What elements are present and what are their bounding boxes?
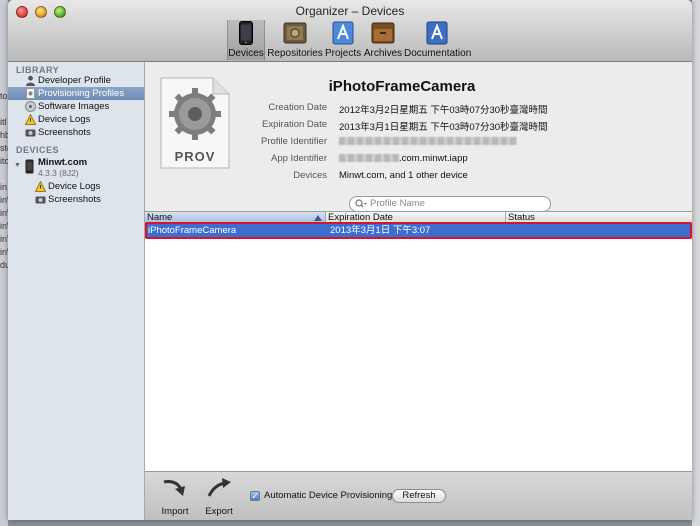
sidebar-item-label: Software Images [38,101,110,112]
creation-date-label: Creation Date [268,102,327,113]
column-header-label: Expiration Date [328,212,393,223]
profile-icon [26,88,35,99]
column-header-label: Name [147,212,173,223]
bottom-bar: Import Export ✓ Automatic Device Provisi… [145,471,692,520]
import-label: Import [161,506,189,517]
devices-label: Devices [293,170,327,181]
redacted-team-id [339,154,399,163]
column-header-label: Status [508,212,535,223]
column-header-expiration[interactable]: Expiration Date [326,212,506,224]
documentation-icon [424,20,450,46]
camera-icon [25,129,36,137]
refresh-button[interactable]: Refresh [392,489,446,503]
expiration-date-value: 2013年3月1日星期五 下午03時07分30秒臺灣時間 [339,122,548,133]
camera-icon [35,196,46,204]
sidebar-item-label: Device Logs [48,181,101,192]
profile-title: iPhotoFrameCamera [328,78,476,95]
row-name: iPhotoFrameCamera [148,225,237,236]
background-text-fragment: itl [0,117,7,127]
expiration-date-label: Expiration Date [262,119,327,130]
background-window-strip-right [692,0,700,526]
app-identifier-value: .com.minwt.iapp [339,153,468,164]
creation-date-value: 2012年3月2日星期五 下午03時07分30秒臺灣時間 [339,105,548,116]
background-text-fragment: ito [0,156,8,166]
background-text-fragment: in\ [0,247,8,257]
disclosure-triangle-icon[interactable]: ▼ [14,160,21,171]
sidebar-item-software-images[interactable]: Software Images [8,100,144,113]
toolbar-repositories[interactable]: Repositories [266,20,324,60]
sort-ascending-icon [314,215,322,221]
log-icon [25,114,36,125]
toolbar-devices[interactable]: Devices [227,20,265,60]
table-row[interactable]: iPhotoFrameCamera 2013年3月1日 下午3:07 [145,224,692,238]
sidebar-item-label: Screenshots [38,127,91,138]
sidebar-item-device-logs-device[interactable]: Device Logs [8,180,144,193]
person-icon [26,75,35,86]
iphone-icon [233,20,259,46]
background-text-fragment: inV [0,234,8,244]
search-placeholder: Profile Name [370,198,425,209]
background-text-fragment: in\ [0,208,8,218]
background-text-fragment: to [0,91,8,101]
background-window-strip: to itl hb sto ito in in\ in\ in\ inV in\ du [0,0,8,526]
toolbar-projects-label: Projects [325,48,362,59]
sidebar: LIBRARY Developer Profile Provisioning P… [8,62,145,520]
column-header-name[interactable]: Name [145,212,326,224]
profiles-table: Name Expiration Date Status iPhotoFrameC… [145,211,692,471]
sidebar-item-developer-profile[interactable]: Developer Profile [8,74,144,87]
organizer-window: Organizer – Devices Devices Repositories… [8,0,692,520]
background-text-fragment: in [0,182,8,192]
toolbar-projects[interactable]: Projects [325,20,361,60]
toolbar-documentation[interactable]: Documentation [404,20,472,60]
import-button[interactable]: Import [159,476,191,517]
profile-search-field[interactable]: Profile Name [349,196,551,212]
background-text-fragment: hb [0,130,8,140]
toolbar-archives[interactable]: Archives [363,20,403,60]
projects-icon [330,20,356,46]
sidebar-item-label: Developer Profile [38,75,111,86]
auto-provisioning-label: Automatic Device Provisioning [264,490,393,501]
toolbar: Organizer – Devices Devices Repositories… [8,0,692,62]
background-text-fragment: sto [0,143,8,153]
row-expiration: 2013年3月1日 下午3:07 [330,225,431,236]
sidebar-item-label: Device Logs [38,114,91,125]
sidebar-item-label: Provisioning Profiles [38,88,125,99]
device-version: 4.3.3 (8J2) [38,168,79,178]
window-title: Organizer – Devices [295,4,405,18]
export-arrow-icon [207,478,231,497]
repository-icon [282,20,308,46]
archives-icon [370,20,396,46]
search-icon [355,199,367,208]
devices-value: Minwt.com, and 1 other device [339,170,468,181]
redacted-identifier [339,137,517,146]
devices-header: DEVICES [16,145,60,155]
toolbar-devices-label: Devices [228,48,264,59]
background-text-fragment: du [0,260,8,270]
export-label: Export [205,506,233,517]
log-icon [35,181,46,192]
profile-identifier-label: Profile Identifier [260,136,327,147]
disk-image-icon [25,101,36,112]
sidebar-item-screenshots[interactable]: Screenshots [8,126,144,139]
background-text-fragment: in\ [0,195,8,205]
column-header-status[interactable]: Status [506,212,692,224]
toolbar-repositories-label: Repositories [267,48,323,59]
profile-identifier-value [339,136,517,147]
sidebar-item-screenshots-device[interactable]: Screenshots [8,193,144,206]
toolbar-archives-label: Archives [363,48,403,59]
sidebar-item-label: Screenshots [48,194,101,205]
app-identifier-label: App Identifier [271,153,327,164]
background-text-fragment: in\ [0,221,8,231]
auto-provisioning-checkbox[interactable]: ✓ [250,491,260,501]
app-identifier-text: .com.minwt.iapp [399,153,468,164]
sidebar-item-provisioning-profiles[interactable]: Provisioning Profiles [8,87,144,100]
sidebar-item-device-logs[interactable]: Device Logs [8,113,144,126]
import-arrow-icon [163,480,185,496]
device-name: Minwt.com [38,157,88,168]
toolbar-documentation-label: Documentation [404,48,472,59]
export-button[interactable]: Export [201,476,237,517]
iphone-icon [25,159,34,174]
sidebar-device-minwt[interactable]: ▼ Minwt.com 4.3.3 (8J2) [8,157,144,179]
profile-detail: PROV iPhotoFrameCamera Creation Date 201… [145,62,692,194]
